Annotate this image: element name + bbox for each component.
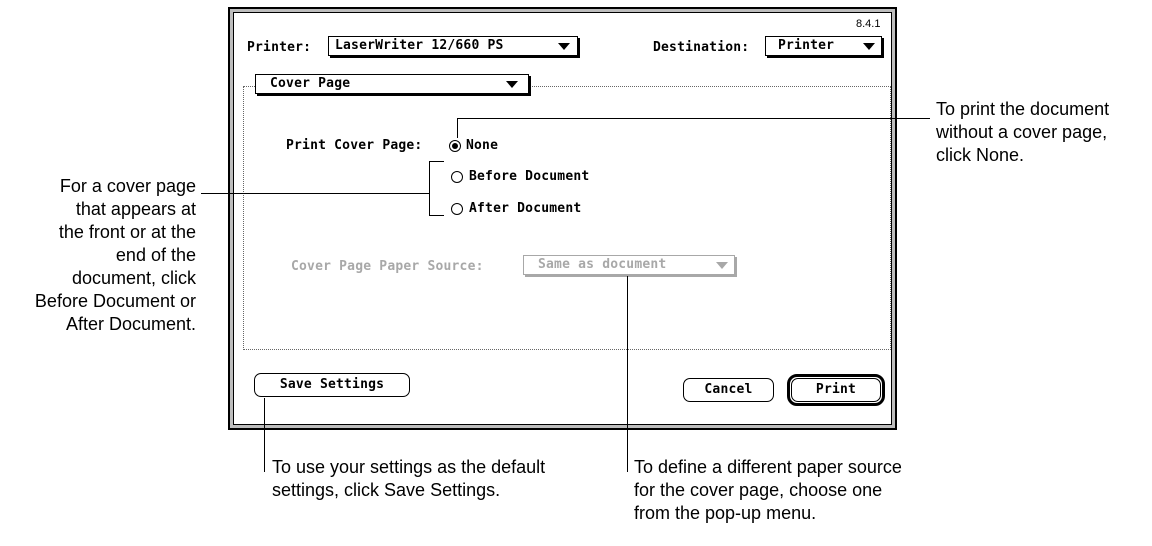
cancel-button[interactable]: Cancel: [683, 378, 774, 402]
annotation-save-settings: To use your settings as the default sett…: [272, 457, 546, 500]
radio-none-label[interactable]: None: [466, 138, 498, 153]
leader-line-bracket: [201, 193, 429, 194]
paper-source-popup[interactable]: Same as document: [523, 255, 735, 275]
radio-after-document[interactable]: [451, 203, 463, 215]
annotation-paper-source: To define a different paper source for t…: [634, 457, 902, 523]
annotation-none: To print the document without a cover pa…: [936, 99, 1110, 165]
paper-source-label: Cover Page Paper Source:: [291, 259, 484, 274]
paper-source-value: Same as document: [538, 257, 667, 272]
save-settings-button[interactable]: Save Settings: [254, 373, 410, 397]
cover-page-group: [243, 86, 891, 350]
chevron-down-icon: [558, 43, 570, 50]
chevron-down-icon: [716, 262, 728, 269]
radio-before-document[interactable]: [451, 171, 463, 183]
print-button[interactable]: Print: [791, 378, 881, 402]
leader-line-bracket: [429, 215, 444, 216]
destination-value: Printer: [778, 38, 835, 53]
leader-line-save: [264, 398, 265, 472]
radio-selected-dot: [452, 143, 458, 149]
leader-line-bracket: [429, 161, 430, 216]
radio-none[interactable]: [449, 140, 461, 152]
destination-popup[interactable]: Printer: [765, 36, 882, 56]
leader-line-none: [457, 118, 930, 119]
panel-popup[interactable]: Cover Page: [255, 74, 529, 94]
leader-line-bracket: [429, 161, 444, 162]
chevron-down-icon: [506, 81, 518, 88]
leader-line-none: [457, 118, 458, 138]
printer-label: Printer:: [247, 40, 312, 55]
destination-label: Destination:: [653, 40, 750, 55]
leader-line-source: [627, 276, 628, 472]
printer-value: LaserWriter 12/660 PS: [335, 38, 504, 53]
print-cover-page-label: Print Cover Page:: [286, 138, 423, 153]
panel-value: Cover Page: [270, 76, 351, 91]
version-label: 8.4.1: [856, 18, 881, 30]
annotation-before-after: For a cover page that appears at the fro…: [34, 176, 196, 334]
chevron-down-icon: [863, 43, 875, 50]
radio-before-document-label[interactable]: Before Document: [469, 169, 589, 184]
radio-after-document-label[interactable]: After Document: [469, 201, 581, 216]
printer-popup[interactable]: LaserWriter 12/660 PS: [328, 36, 578, 56]
